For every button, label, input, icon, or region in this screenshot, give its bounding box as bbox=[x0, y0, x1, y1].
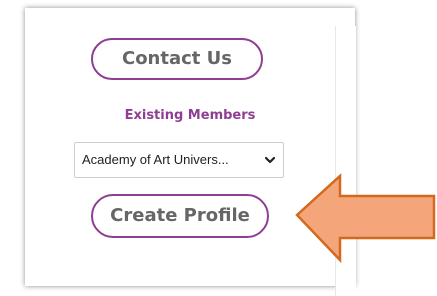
left-arrow-icon bbox=[295, 173, 436, 264]
create-profile-button[interactable]: Create Profile bbox=[91, 194, 269, 238]
chevron-down-icon bbox=[265, 156, 275, 164]
existing-members-heading: Existing Members bbox=[124, 108, 256, 123]
school-select[interactable]: Academy of Art Univers... bbox=[74, 142, 284, 178]
contact-us-button[interactable]: Contact Us bbox=[91, 38, 263, 80]
school-select-value: Academy of Art Univers... bbox=[82, 152, 229, 167]
